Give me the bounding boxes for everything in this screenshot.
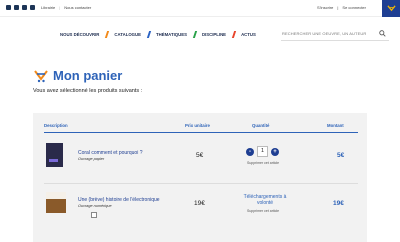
nav-item-discover[interactable]: NOUS DÉCOUVRIR bbox=[60, 32, 99, 37]
nav-item-thematiques[interactable]: THÉMATIQUES bbox=[146, 31, 187, 38]
header-amount: Montant bbox=[327, 123, 344, 128]
nav-item-actus[interactable]: ACTUS bbox=[231, 31, 256, 38]
unit-price: 5€ bbox=[196, 152, 204, 159]
librairie-link[interactable]: Librairie bbox=[41, 5, 55, 10]
cart-table: Description Prix unitaire Quantité Monta… bbox=[33, 113, 367, 242]
book-cover-image[interactable] bbox=[46, 143, 63, 167]
book-cover-image[interactable] bbox=[46, 192, 66, 213]
header-price: Prix unitaire bbox=[185, 123, 210, 128]
account-links: S'inscrire | Se connecter bbox=[317, 5, 366, 10]
nav-item-label: THÉMATIQUES bbox=[155, 32, 187, 37]
nav-divider bbox=[105, 31, 110, 38]
nav-item-label: ACTUS bbox=[241, 32, 256, 37]
remove-item-link[interactable]: Supprimer cet article bbox=[247, 209, 279, 213]
login-link[interactable]: Se connecter bbox=[342, 5, 366, 10]
page-header: Mon panier bbox=[33, 67, 122, 83]
top-link-separator: | bbox=[59, 5, 61, 10]
header-quantity: Quantité bbox=[252, 123, 270, 128]
facebook-icon[interactable] bbox=[6, 5, 11, 10]
header-description: Description bbox=[44, 123, 68, 128]
nav-divider bbox=[231, 31, 237, 38]
download-info: Téléchargements à volonté bbox=[243, 194, 287, 206]
product-type: Ouvrage numérique bbox=[78, 204, 112, 208]
line-amount: 5€ bbox=[337, 152, 345, 159]
search-input[interactable]: RECHERCHER UNE OEUVRE, UN AUTEUR bbox=[282, 31, 366, 36]
youtube-icon[interactable] bbox=[22, 5, 27, 10]
contact-link[interactable]: Nous contacter bbox=[64, 5, 91, 10]
nav-item-label: CATALOGUE bbox=[114, 32, 141, 37]
search-icon[interactable] bbox=[379, 30, 386, 37]
cart-logo-icon bbox=[34, 70, 48, 83]
gift-checkbox[interactable] bbox=[91, 212, 97, 218]
nav-item-catalogue[interactable]: CATALOGUE bbox=[105, 31, 141, 38]
product-title-link[interactable]: Une (brève) histoire de l'électronique bbox=[78, 197, 160, 203]
cart-button[interactable] bbox=[382, 0, 400, 17]
register-link[interactable]: S'inscrire bbox=[317, 5, 333, 10]
product-title-link[interactable]: Coral comment et pourquoi ? bbox=[78, 150, 142, 156]
nav-item-discipline[interactable]: DISCIPLINE bbox=[192, 31, 227, 38]
search-bar[interactable]: RECHERCHER UNE OEUVRE, UN AUTEUR bbox=[281, 27, 389, 41]
linkedin-icon[interactable] bbox=[30, 5, 35, 10]
main-nav: NOUS DÉCOUVRIR CATALOGUE THÉMATIQUES DIS… bbox=[60, 31, 263, 38]
social-links bbox=[6, 5, 35, 10]
page-subtitle: Vous avez sélectionné les produits suiva… bbox=[33, 88, 143, 94]
line-amount: 19€ bbox=[333, 200, 344, 207]
unit-price: 19€ bbox=[194, 200, 205, 207]
cart-icon bbox=[386, 5, 396, 12]
nav-item-label: NOUS DÉCOUVRIR bbox=[60, 32, 100, 37]
increase-quantity-button[interactable]: + bbox=[271, 147, 279, 156]
nav-divider bbox=[192, 31, 198, 38]
twitter-icon[interactable] bbox=[14, 5, 19, 10]
top-links: Librairie | Nous contacter bbox=[41, 5, 91, 10]
quantity-stepper: - 1 + bbox=[246, 146, 279, 157]
decrease-quantity-button[interactable]: - bbox=[246, 147, 254, 156]
remove-item-link[interactable]: Supprimer cet article bbox=[247, 161, 279, 165]
header-divider bbox=[44, 132, 358, 133]
account-separator: | bbox=[337, 5, 339, 10]
nav-item-label: DISCIPLINE bbox=[201, 32, 227, 37]
row-divider bbox=[44, 183, 358, 184]
quantity-input[interactable]: 1 bbox=[257, 146, 268, 157]
top-bar: Librairie | Nous contacter S'inscrire | … bbox=[0, 0, 400, 17]
product-type: Ouvrage papier bbox=[78, 157, 105, 161]
page-title: Mon panier bbox=[53, 67, 123, 83]
nav-divider bbox=[146, 31, 152, 38]
